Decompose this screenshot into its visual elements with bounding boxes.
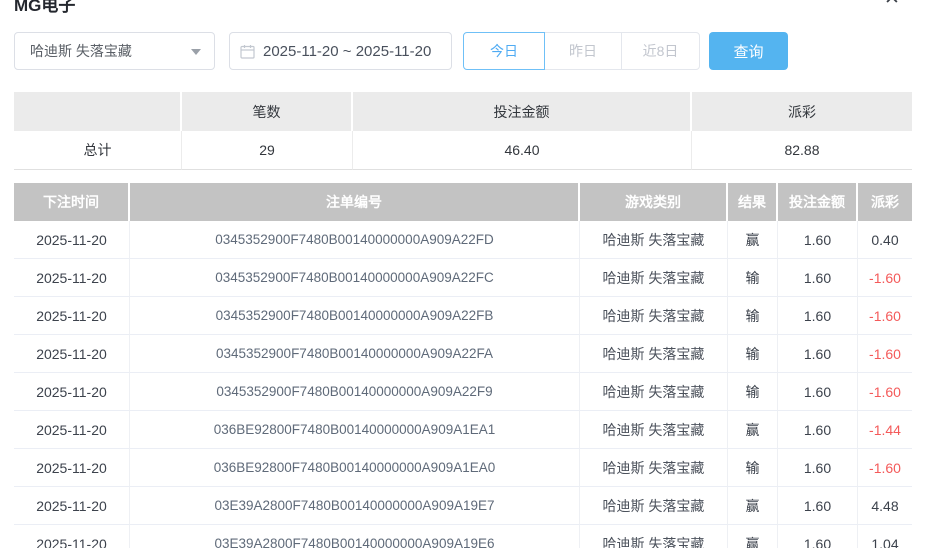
summary-header-blank [14, 92, 182, 131]
order-no-cell: 036BE92800F7480B00140000000A909A1EA0 [130, 449, 580, 487]
result-cell: 输 [728, 297, 778, 335]
amount-cell: 1.60 [778, 411, 858, 449]
amount-cell: 1.60 [778, 221, 858, 259]
table-row: 2025-11-20 036BE92800F7480B00140000000A9… [14, 411, 912, 449]
amount-cell: 1.60 [778, 335, 858, 373]
bet-time-cell: 2025-11-20 [14, 373, 130, 411]
date-range-value: 2025-11-20 ~ 2025-11-20 [263, 42, 432, 60]
payout-cell: -1.60 [858, 297, 912, 335]
bet-time-cell: 2025-11-20 [14, 221, 130, 259]
game-type-cell: 哈迪斯 失落宝藏 [580, 221, 728, 259]
summary-header-count: 笔数 [182, 92, 353, 131]
order-no-cell: 0345352900F7480B00140000000A909A22F9 [130, 373, 580, 411]
summary-table: 笔数 投注金额 派彩 总计 29 46.40 82.88 [14, 92, 912, 170]
bet-time-cell: 2025-11-20 [14, 411, 130, 449]
col-header-order-no: 注单编号 [130, 183, 580, 221]
col-header-amount: 投注金额 [778, 183, 858, 221]
amount-cell: 1.60 [778, 297, 858, 335]
summary-count-value: 29 [182, 131, 353, 170]
result-cell: 赢 [728, 487, 778, 525]
table-row: 2025-11-20 0345352900F7480B00140000000A9… [14, 221, 912, 259]
query-button[interactable]: 查询 [709, 32, 788, 70]
amount-cell: 1.60 [778, 487, 858, 525]
order-no-cell: 03E39A2800F7480B00140000000A909A19E7 [130, 487, 580, 525]
bet-time-cell: 2025-11-20 [14, 297, 130, 335]
result-cell: 输 [728, 449, 778, 487]
payout-cell: 4.48 [858, 487, 912, 525]
bet-time-cell: 2025-11-20 [14, 449, 130, 487]
quick-filter-group: 今日 昨日 近8日 [463, 32, 700, 70]
filter-bar: 哈迪斯 失落宝藏 2025-11-20 ~ 2025-11-20 今日 昨日 近… [14, 32, 788, 70]
col-header-game-type: 游戏类别 [580, 183, 728, 221]
close-icon[interactable]: ✕ [884, 0, 900, 8]
yesterday-button[interactable]: 昨日 [544, 32, 622, 70]
result-cell: 赢 [728, 411, 778, 449]
result-cell: 赢 [728, 525, 778, 548]
bet-time-cell: 2025-11-20 [14, 259, 130, 297]
result-cell: 输 [728, 373, 778, 411]
game-type-cell: 哈迪斯 失落宝藏 [580, 335, 728, 373]
table-row: 2025-11-20 0345352900F7480B00140000000A9… [14, 297, 912, 335]
bets-table: 下注时间 注单编号 游戏类别 结果 投注金额 派彩 2025-11-20 034… [14, 183, 912, 548]
bet-time-cell: 2025-11-20 [14, 525, 130, 548]
order-no-cell: 0345352900F7480B00140000000A909A22FD [130, 221, 580, 259]
game-type-cell: 哈迪斯 失落宝藏 [580, 297, 728, 335]
payout-cell: -1.60 [858, 259, 912, 297]
payout-cell: -1.44 [858, 411, 912, 449]
table-row: 2025-11-20 03E39A2800F7480B00140000000A9… [14, 487, 912, 525]
game-type-cell: 哈迪斯 失落宝藏 [580, 259, 728, 297]
last8days-button[interactable]: 近8日 [621, 32, 700, 70]
result-cell: 输 [728, 259, 778, 297]
amount-cell: 1.60 [778, 525, 858, 548]
bet-time-cell: 2025-11-20 [14, 335, 130, 373]
order-no-cell: 0345352900F7480B00140000000A909A22FB [130, 297, 580, 335]
order-no-cell: 036BE92800F7480B00140000000A909A1EA1 [130, 411, 580, 449]
summary-payout-value: 82.88 [692, 131, 912, 170]
amount-cell: 1.60 [778, 259, 858, 297]
result-cell: 输 [728, 335, 778, 373]
order-no-cell: 0345352900F7480B00140000000A909A22FC [130, 259, 580, 297]
date-range-picker[interactable]: 2025-11-20 ~ 2025-11-20 [229, 32, 452, 70]
table-row: 2025-11-20 0345352900F7480B00140000000A9… [14, 335, 912, 373]
game-select-value: 哈迪斯 失落宝藏 [30, 43, 132, 59]
order-no-cell: 03E39A2800F7480B00140000000A909A19E6 [130, 525, 580, 548]
game-type-cell: 哈迪斯 失落宝藏 [580, 449, 728, 487]
game-type-cell: 哈迪斯 失落宝藏 [580, 525, 728, 548]
table-row: 2025-11-20 036BE92800F7480B00140000000A9… [14, 449, 912, 487]
col-header-bet-time: 下注时间 [14, 183, 130, 221]
game-type-cell: 哈迪斯 失落宝藏 [580, 411, 728, 449]
payout-cell: -1.60 [858, 373, 912, 411]
game-type-cell: 哈迪斯 失落宝藏 [580, 373, 728, 411]
table-row: 2025-11-20 0345352900F7480B00140000000A9… [14, 373, 912, 411]
page-title: MG电子 [14, 0, 76, 15]
summary-header-amount: 投注金额 [353, 92, 692, 131]
result-cell: 赢 [728, 221, 778, 259]
calendar-icon [240, 44, 255, 59]
amount-cell: 1.60 [778, 449, 858, 487]
game-type-cell: 哈迪斯 失落宝藏 [580, 487, 728, 525]
chevron-down-icon [191, 49, 201, 55]
col-header-payout: 派彩 [858, 183, 912, 221]
amount-cell: 1.60 [778, 373, 858, 411]
table-row: 2025-11-20 0345352900F7480B00140000000A9… [14, 259, 912, 297]
bet-time-cell: 2025-11-20 [14, 487, 130, 525]
summary-amount-value: 46.40 [353, 131, 692, 170]
summary-header-payout: 派彩 [692, 92, 912, 131]
payout-cell: -1.60 [858, 335, 912, 373]
summary-total-label: 总计 [14, 131, 182, 170]
game-records-dialog: MG电子 ✕ 哈迪斯 失落宝藏 2025-11-20 ~ 2025-11-20 … [0, 0, 944, 548]
today-button[interactable]: 今日 [463, 32, 545, 70]
summary-row: 总计 29 46.40 82.88 [14, 131, 912, 170]
payout-cell: 0.40 [858, 221, 912, 259]
payout-cell: 1.04 [858, 525, 912, 548]
col-header-result: 结果 [728, 183, 778, 221]
order-no-cell: 0345352900F7480B00140000000A909A22FA [130, 335, 580, 373]
payout-cell: -1.60 [858, 449, 912, 487]
table-row: 2025-11-20 03E39A2800F7480B00140000000A9… [14, 525, 912, 548]
game-select[interactable]: 哈迪斯 失落宝藏 [14, 32, 215, 70]
